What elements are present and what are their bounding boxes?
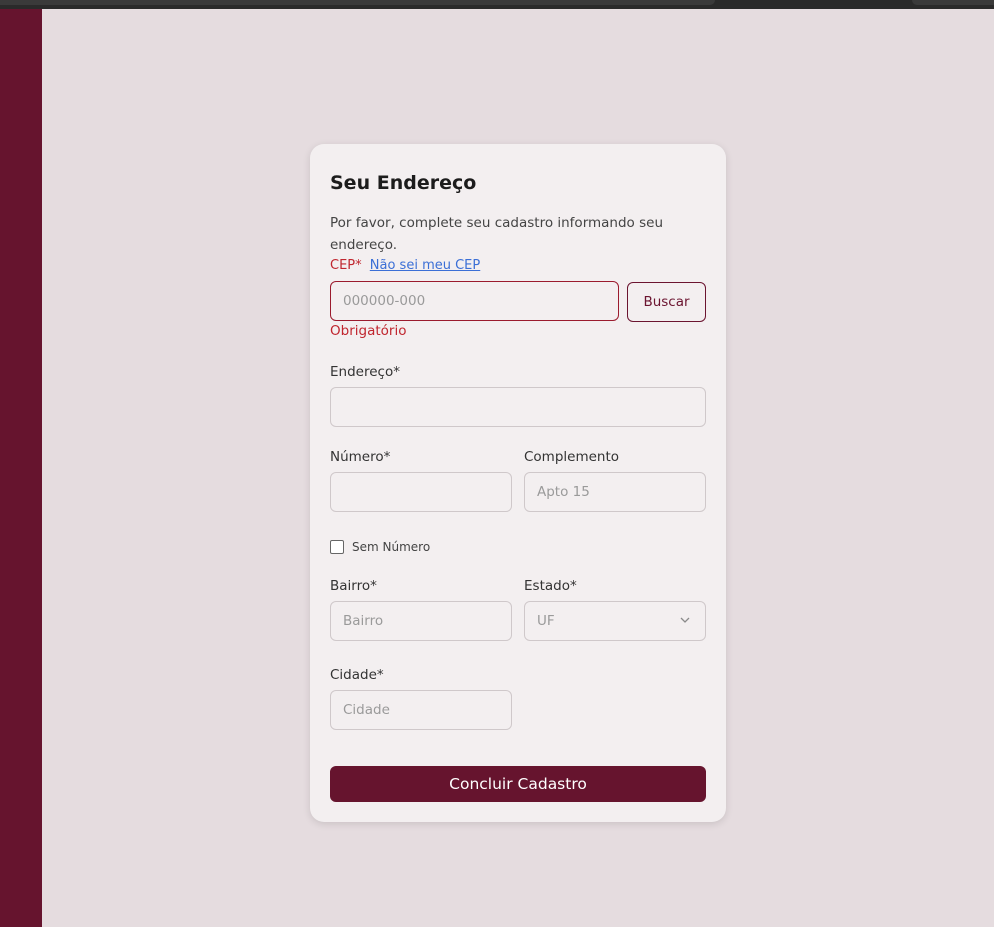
endereco-label: Endereço*: [330, 364, 400, 380]
endereco-input[interactable]: [330, 387, 706, 427]
bairro-input[interactable]: [330, 601, 512, 641]
complemento-input[interactable]: [524, 472, 706, 512]
browser-tab-strip: [0, 0, 715, 5]
cep-label: CEP: [330, 258, 356, 273]
address-form-card: Seu Endereço Por favor, complete seu cad…: [310, 144, 726, 822]
sidebar: [0, 9, 42, 927]
cidade-input[interactable]: [330, 690, 512, 730]
estado-selected-value: UF: [537, 613, 555, 629]
estado-select[interactable]: UF: [524, 601, 706, 641]
estado-label: Estado*: [524, 578, 577, 594]
sem-numero-checkbox[interactable]: [330, 540, 344, 554]
bairro-label: Bairro*: [330, 578, 377, 594]
numero-input[interactable]: [330, 472, 512, 512]
numero-label: Número*: [330, 449, 391, 465]
browser-tab-strip-right: [912, 0, 994, 5]
form-title: Seu Endereço: [330, 172, 477, 194]
cep-error-message: Obrigatório: [330, 323, 407, 339]
submit-button[interactable]: Concluir Cadastro: [330, 766, 706, 802]
cep-input[interactable]: [330, 281, 619, 321]
sem-numero-row[interactable]: Sem Número: [330, 540, 430, 554]
sem-numero-label: Sem Número: [352, 540, 431, 554]
complemento-label: Complemento: [524, 449, 620, 465]
unknown-cep-link[interactable]: Não sei meu CEP: [370, 258, 480, 273]
cidade-label: Cidade*: [330, 667, 384, 683]
cep-required-mark: *: [355, 258, 362, 273]
browser-top-bar: [0, 0, 994, 9]
form-description: Por favor, complete seu cadastro informa…: [330, 215, 663, 253]
search-cep-button[interactable]: Buscar: [627, 282, 706, 322]
cep-label-row: CEP* Não sei meu CEP: [330, 258, 480, 273]
chevron-down-icon: [680, 617, 690, 623]
